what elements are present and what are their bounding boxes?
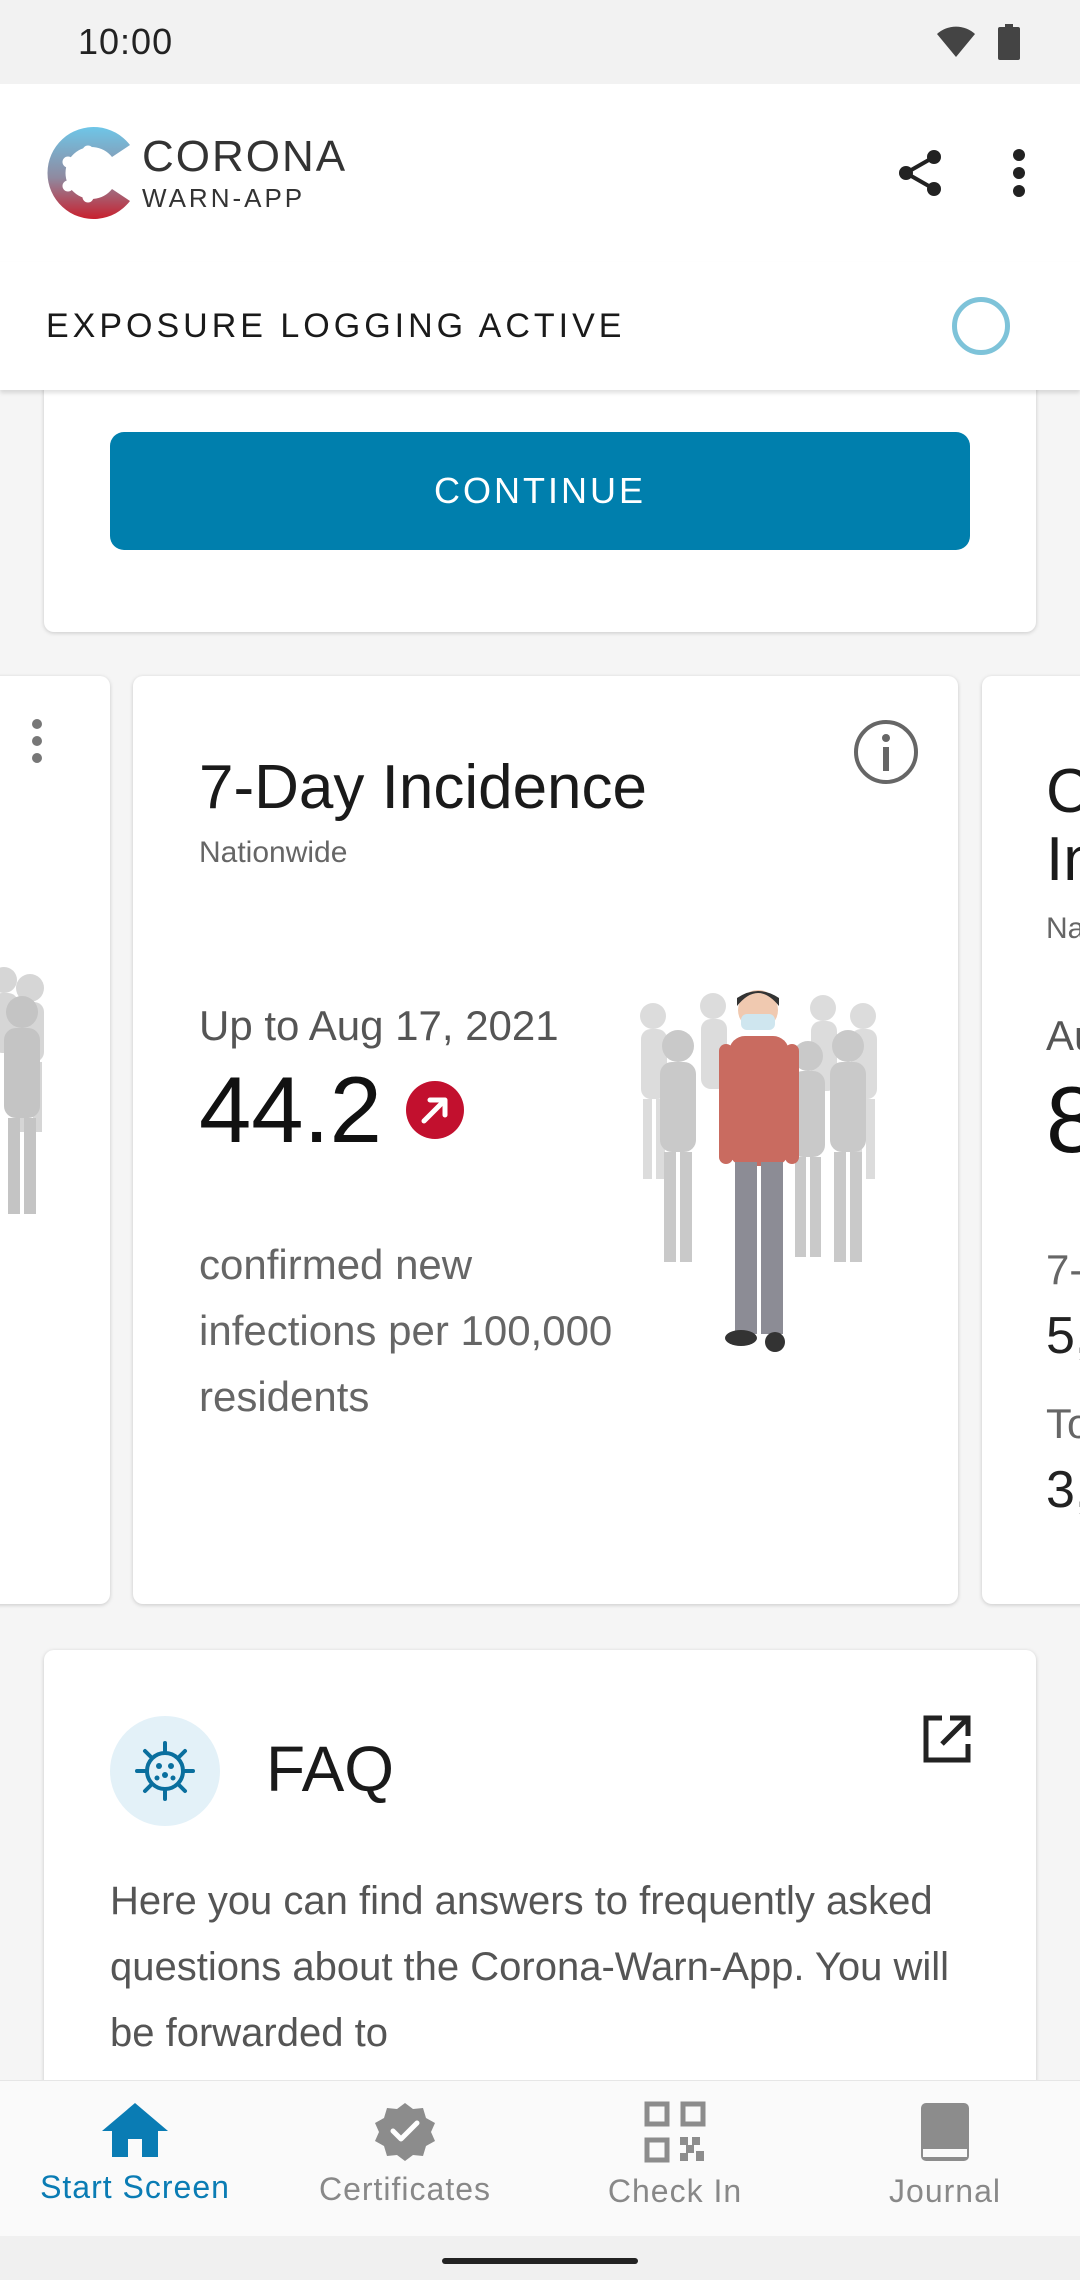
- nav-label: Start Screen: [40, 2169, 230, 2205]
- home-icon: [102, 2103, 168, 2157]
- nav-certificates[interactable]: Certificates: [270, 2081, 540, 2236]
- app-bar: CORONA WARN-APP: [0, 84, 1080, 262]
- bottom-navigation: Start Screen Certificates Check In Journ…: [0, 2080, 1080, 2236]
- peek-value: 8: [1046, 1067, 1080, 1172]
- incidence-date: Up to Aug 17, 2021: [199, 1002, 559, 1049]
- certificate-icon: [375, 2103, 435, 2161]
- exposure-logging-row[interactable]: EXPOSURE LOGGING ACTIVE: [0, 262, 1080, 390]
- incidence-value-row: 44.2: [199, 1056, 464, 1164]
- people-illustration: [0, 967, 44, 1214]
- nav-check-in[interactable]: Check In: [540, 2081, 810, 2236]
- incidence-value: 44.2: [199, 1057, 382, 1162]
- battery-icon: [998, 24, 1020, 60]
- exposure-status-indicator: [952, 297, 1010, 355]
- exposure-status-label: EXPOSURE LOGGING ACTIVE: [46, 306, 626, 345]
- people-illustration: [640, 990, 877, 1352]
- virus-icon: [110, 1716, 220, 1826]
- peek-subtitle: Na: [1046, 912, 1080, 945]
- risk-card: CONTINUE: [44, 360, 1036, 632]
- peek-value-2: 3,: [1046, 1461, 1080, 1519]
- corona-logo-icon: [47, 126, 131, 219]
- statistics-card-next[interactable]: C In Na Au 8 7- 5, To 3,: [982, 676, 1080, 1604]
- home-gesture-bar[interactable]: [442, 2258, 638, 2264]
- app-logo: CORONA WARN-APP: [42, 123, 347, 223]
- external-link-icon[interactable]: [920, 1712, 974, 1766]
- status-icons: [936, 24, 1020, 60]
- share-icon[interactable]: [898, 149, 942, 197]
- card-title: 7-Day Incidence: [199, 753, 648, 822]
- gesture-area: [0, 2236, 1080, 2280]
- nav-label: Check In: [607, 2173, 743, 2209]
- wifi-icon: [937, 26, 975, 57]
- card-subtitle: Nationwide: [199, 836, 348, 869]
- more-options-icon[interactable]: [30, 718, 44, 764]
- nav-journal[interactable]: Journal: [810, 2081, 1080, 2236]
- continue-button[interactable]: CONTINUE: [110, 432, 970, 550]
- nav-start-screen[interactable]: Start Screen: [0, 2081, 270, 2236]
- incidence-description: confirmed new infections per 100,000 res…: [199, 1241, 613, 1420]
- status-bar: 10:00: [0, 0, 1080, 84]
- peek-label-1: 7-: [1046, 1246, 1080, 1293]
- logo-subtitle: WARN-APP: [142, 183, 306, 213]
- nav-label: Journal: [889, 2173, 1001, 2209]
- journal-icon: [921, 2103, 969, 2161]
- faq-title: FAQ: [266, 1733, 395, 1805]
- trend-up-icon: [405, 1081, 464, 1139]
- nav-label: Certificates: [318, 2171, 492, 2207]
- peek-title-line1: C: [1046, 757, 1080, 826]
- statistics-card-previous[interactable]: [0, 676, 110, 1604]
- logo-text: CORONA WARN-APP: [142, 132, 348, 213]
- logo-title: CORONA: [142, 132, 348, 181]
- qr-code-icon: [644, 2101, 706, 2163]
- info-icon[interactable]: [852, 718, 920, 786]
- peek-title-line2: In: [1046, 825, 1080, 894]
- peek-label-2: To: [1046, 1400, 1080, 1447]
- incidence-card[interactable]: 7-Day Incidence Nationwide Up to Aug 17,…: [133, 676, 958, 1604]
- faq-description: Here you can find answers to frequently …: [110, 1879, 950, 2055]
- status-time: 10:00: [78, 21, 174, 62]
- peek-date: Au: [1046, 1012, 1080, 1059]
- more-options-icon[interactable]: [1012, 149, 1026, 197]
- appbar-actions: [898, 149, 1040, 197]
- peek-value-1: 5,: [1046, 1307, 1080, 1365]
